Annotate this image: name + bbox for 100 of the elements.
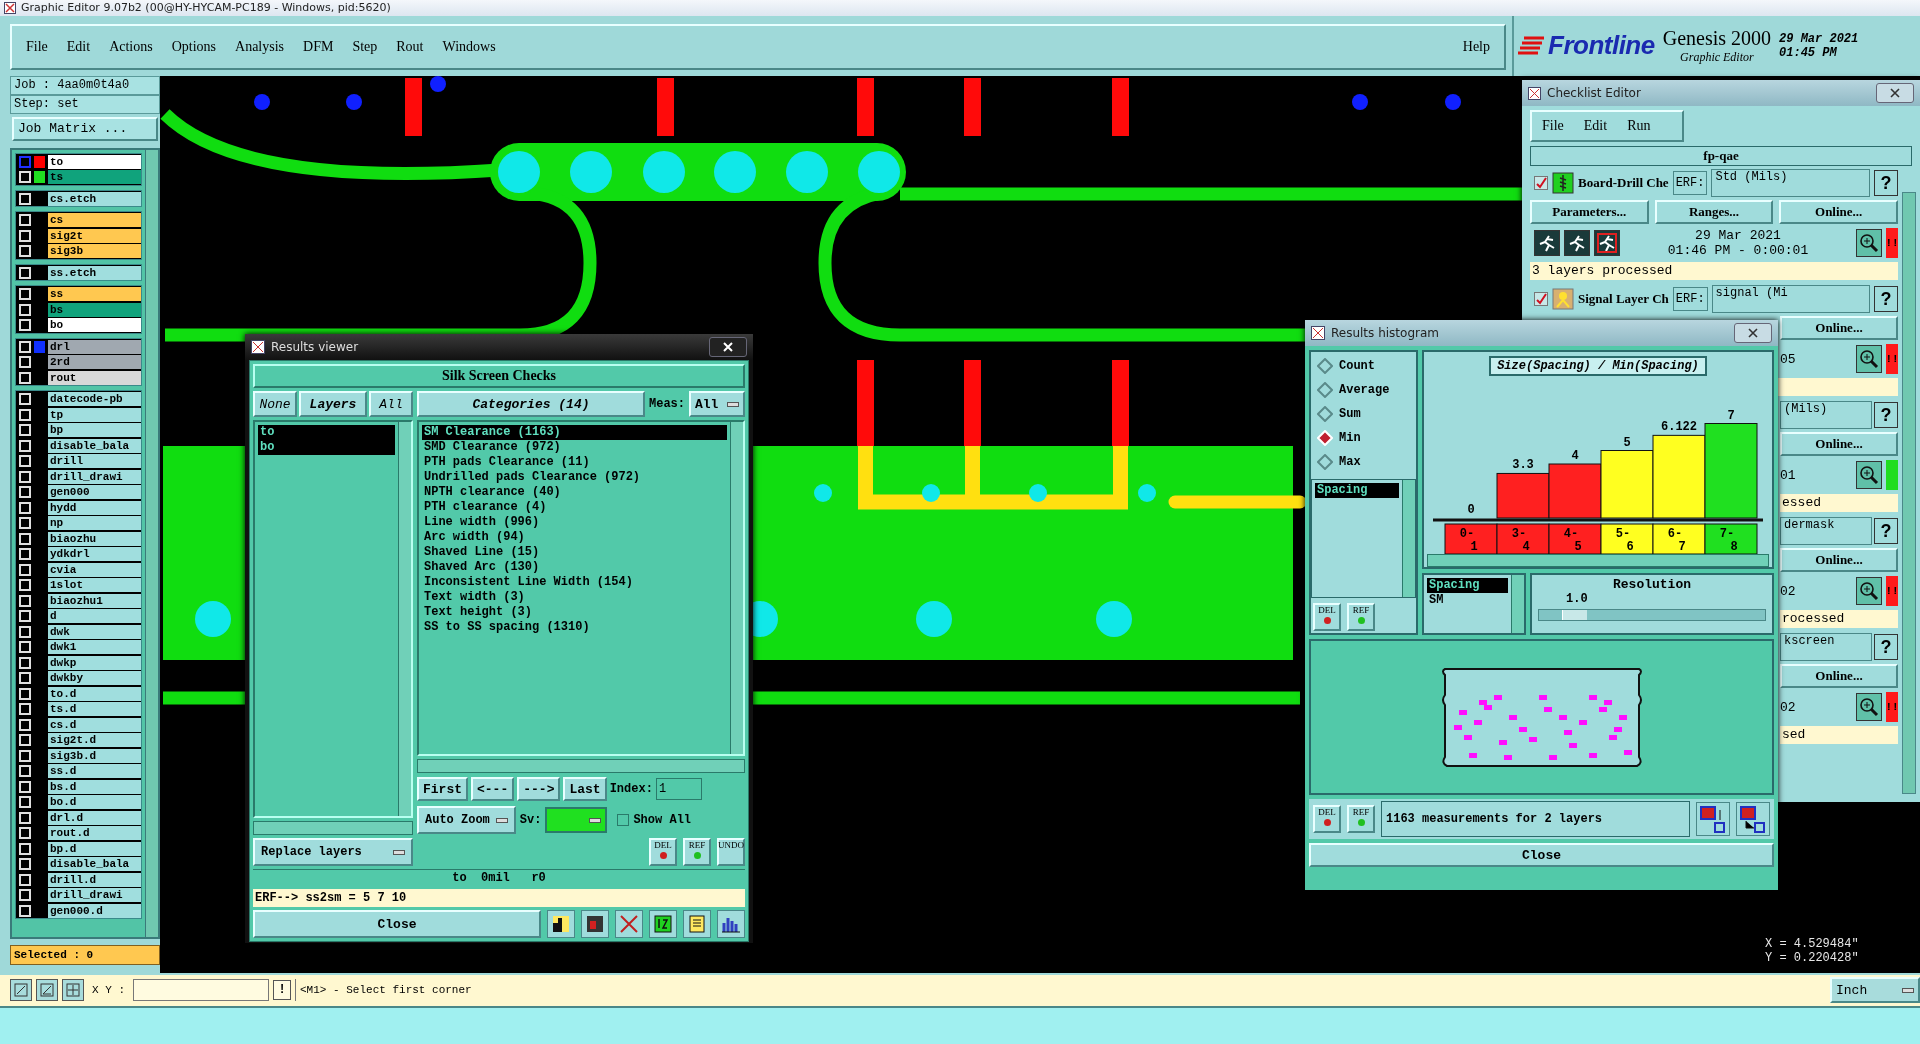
cross-icon[interactable]: [615, 910, 643, 938]
scrollbar[interactable]: [253, 821, 413, 835]
layer-name[interactable]: cs.etch: [48, 191, 141, 206]
tool-icon[interactable]: [62, 979, 84, 1002]
erf-value-field[interactable]: kscreen: [1780, 633, 1872, 661]
layer-name[interactable]: bs: [48, 302, 141, 317]
close-button[interactable]: Close: [1309, 843, 1774, 867]
index-field[interactable]: 1: [655, 778, 702, 800]
mode-radio[interactable]: [1317, 358, 1333, 374]
layer-name[interactable]: drill.d: [48, 872, 141, 887]
layer-name[interactable]: bo.d: [48, 795, 141, 810]
zoom-icon[interactable]: [1856, 345, 1882, 373]
layer-name[interactable]: 2rd: [48, 355, 141, 370]
layer-name[interactable]: to: [48, 154, 141, 169]
run-icon[interactable]: [1564, 230, 1590, 256]
scrollbar[interactable]: [1902, 192, 1916, 794]
layer-name[interactable]: dwk: [48, 624, 141, 639]
chart-import-icon[interactable]: [1736, 802, 1770, 836]
layer-name[interactable]: tp: [48, 407, 141, 422]
tool-button[interactable]: UNDO: [717, 838, 745, 866]
layer-name[interactable]: ydkdrl: [48, 547, 141, 562]
layer-name[interactable]: sig3b: [48, 244, 141, 259]
tool-button[interactable]: REF: [1347, 805, 1375, 833]
job-matrix-button[interactable]: Job Matrix ...: [12, 116, 158, 141]
scrollbar[interactable]: [1402, 480, 1415, 597]
scrollbar[interactable]: [1511, 575, 1524, 633]
zoom-icon[interactable]: [1856, 461, 1882, 489]
tool-button[interactable]: DEL: [649, 838, 677, 866]
check-button[interactable]: Online...: [1780, 316, 1898, 340]
close-icon[interactable]: [1734, 323, 1772, 343]
navigation-button[interactable]: Last: [563, 777, 607, 801]
erf-value-field[interactable]: (Mils): [1780, 401, 1872, 429]
layer-name[interactable]: drl: [48, 339, 141, 354]
resolution-slider[interactable]: [1538, 609, 1766, 621]
menu-item[interactable]: Edit: [1583, 118, 1608, 134]
layer-filter-button[interactable]: Layers: [299, 391, 367, 417]
category-list-item[interactable]: SMD Clearance (972): [422, 440, 727, 455]
slider-thumb[interactable]: [1561, 610, 1587, 620]
layer-name[interactable]: rout.d: [48, 826, 141, 841]
layer-icon[interactable]: [581, 910, 609, 938]
erf-value-field[interactable]: signal (Mi: [1711, 285, 1870, 313]
category-list-item[interactable]: SS to SS spacing (1310): [422, 620, 727, 635]
layer-name[interactable]: cs: [48, 213, 141, 228]
category-list-item[interactable]: Text height (3): [422, 605, 727, 620]
layer-name[interactable]: biaozhu1: [48, 593, 141, 608]
menu-item[interactable]: Actions: [109, 38, 153, 55]
table-icon[interactable]: [547, 910, 575, 938]
menu-item[interactable]: Rout: [396, 38, 424, 55]
layer-name[interactable]: ss.etch: [48, 265, 141, 280]
check-checkbox[interactable]: [1534, 176, 1548, 190]
menu-item[interactable]: File: [1542, 118, 1564, 134]
check-button[interactable]: Ranges...: [1654, 200, 1774, 224]
tool-button[interactable]: REF: [1347, 603, 1375, 631]
layer-name[interactable]: ts: [48, 170, 141, 185]
mode-radio[interactable]: [1317, 406, 1333, 422]
help-button[interactable]: ?: [1874, 634, 1898, 660]
menu-item[interactable]: File: [26, 38, 48, 55]
tool-button[interactable]: REF: [683, 838, 711, 866]
menu-item[interactable]: Options: [171, 38, 217, 55]
navigation-button[interactable]: <---: [471, 777, 515, 801]
layer-name[interactable]: rout: [48, 370, 141, 385]
help-button[interactable]: ?: [1874, 518, 1898, 544]
meas-dropdown[interactable]: All: [689, 391, 745, 417]
layer-checkbox[interactable]: [19, 155, 31, 168]
layer-name[interactable]: hydd: [48, 500, 141, 515]
layer-name[interactable]: drill_drawi: [48, 469, 141, 484]
layer-filter-button[interactable]: All: [369, 391, 413, 417]
zoom-icon[interactable]: [1856, 693, 1882, 721]
zoom-mode-dropdown[interactable]: Auto Zoom: [417, 806, 516, 834]
layer-name[interactable]: disable_bala: [48, 857, 141, 872]
layer-list-item[interactable]: bo: [258, 440, 395, 455]
run-icon[interactable]: [1594, 230, 1620, 256]
mode-radio[interactable]: [1317, 454, 1333, 470]
layer-list-item[interactable]: to: [258, 425, 395, 440]
layer-name[interactable]: bp: [48, 423, 141, 438]
replace-mode-dropdown[interactable]: Replace layers: [253, 838, 413, 866]
check-button[interactable]: Online...: [1779, 200, 1898, 224]
menu-item[interactable]: Windows: [442, 38, 496, 55]
tool-icon[interactable]: [36, 979, 58, 1002]
layer-name[interactable]: dwkp: [48, 655, 141, 670]
alert-button[interactable]: !: [273, 980, 291, 1001]
layer-name[interactable]: bo: [48, 318, 141, 333]
layer-name[interactable]: biaozhu: [48, 531, 141, 546]
zoom-icon[interactable]: [1856, 577, 1882, 605]
category-list-item[interactable]: SM Clearance (1163): [422, 425, 727, 440]
numbers-icon[interactable]: [649, 910, 677, 938]
zoom-icon[interactable]: [1856, 229, 1882, 257]
type-list-item[interactable]: SM: [1427, 593, 1508, 608]
report-icon[interactable]: [683, 910, 711, 938]
check-button[interactable]: Parameters...: [1530, 200, 1649, 224]
layer-name[interactable]: gen000: [48, 485, 141, 500]
menu-item[interactable]: DFM: [303, 38, 334, 55]
tool-button[interactable]: DEL: [1313, 603, 1341, 631]
layer-name[interactable]: sig2t.d: [48, 733, 141, 748]
category-list-item[interactable]: PTH clearance (4): [422, 500, 727, 515]
category-list-item[interactable]: Inconsistent Line Width (154): [422, 575, 727, 590]
category-list-item[interactable]: Line width (996): [422, 515, 727, 530]
help-button[interactable]: ?: [1874, 170, 1898, 196]
bar-chart-icon[interactable]: [717, 910, 745, 938]
menu-item[interactable]: Step: [352, 38, 378, 55]
